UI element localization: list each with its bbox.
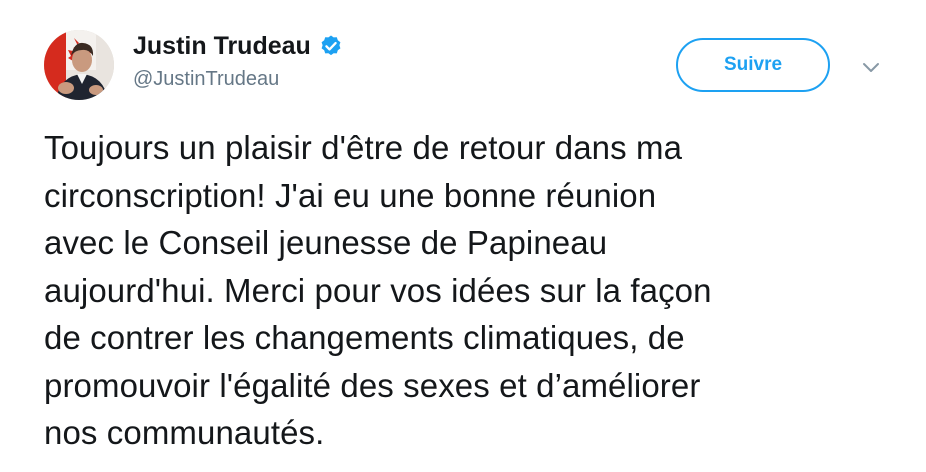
verified-badge-icon [319, 34, 343, 58]
tweet-text-line: circonscription! J'ai eu une bonne réuni… [44, 176, 657, 214]
author-name[interactable]: Justin Trudeau [133, 32, 311, 61]
follow-button[interactable]: Suivre [676, 38, 830, 92]
avatar[interactable] [44, 30, 114, 100]
author-handle[interactable]: @JustinTrudeau [133, 68, 343, 91]
tweet-text: Toujours un plaisir d'être de retour dan… [44, 124, 904, 457]
tweet-text-line: de contrer les changements climatiques, … [44, 319, 685, 356]
tweet-text-line: nos communautés. [44, 414, 325, 451]
author-info: Justin Trudeau @JustinTrudeau [133, 30, 343, 91]
author-name-row: Justin Trudeau [133, 30, 343, 62]
tweet-text-line: Toujours un plaisir d'être de retour dan… [44, 129, 683, 166]
tweet-card: Justin Trudeau @JustinTrudeau Suivre Tou… [0, 0, 926, 472]
profile-photo [44, 30, 114, 100]
chevron-down-icon[interactable] [860, 56, 882, 78]
tweet-text-line: avec le Conseil jeunesse de Papineau [44, 224, 608, 261]
tweet-text-line: aujourd'hui. Merci pour vos idées sur la… [44, 271, 712, 309]
tweet-text-line: promouvoir l'égalité des sexes et d’amél… [44, 366, 701, 404]
